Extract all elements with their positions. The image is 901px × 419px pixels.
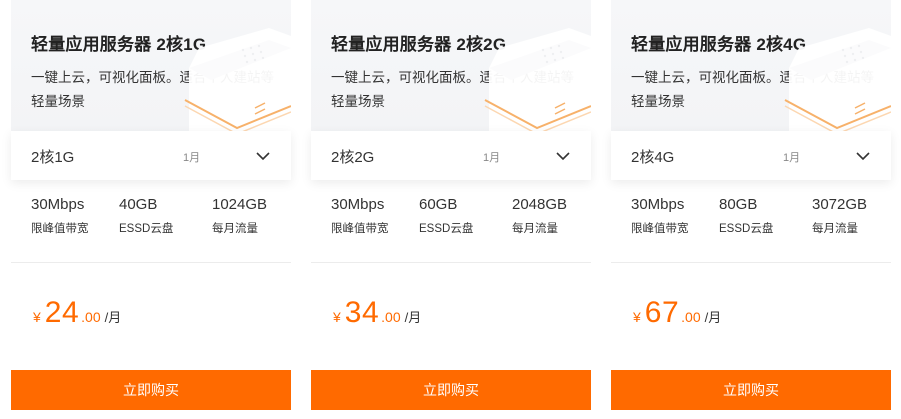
- price-currency: ¥: [33, 309, 41, 325]
- config-select[interactable]: 2核1G 1月: [11, 131, 291, 180]
- config-select-value: 2核2G: [331, 149, 375, 166]
- period-label: 1月: [183, 152, 201, 164]
- spec-bandwidth: 30Mbps 限峰值带宽: [331, 196, 389, 236]
- spec-label: 每月流量: [812, 223, 858, 235]
- card-title: 轻量应用服务器 2核1G: [31, 35, 207, 54]
- spec-disk: 40GB ESSD云盘: [119, 196, 173, 236]
- spec-value: 80GB: [719, 196, 758, 213]
- spec-list: 30Mbps 限峰值带宽 40GB ESSD云盘 1024GB 每月流量: [11, 196, 291, 246]
- spec-list: 30Mbps 限峰值带宽 80GB ESSD云盘 3072GB 每月流量: [611, 196, 891, 246]
- product-card: 轻量应用服务器 2核1G 一键上云，可视化面板。适合个人建站等轻量场景 2核1G…: [11, 0, 291, 419]
- spec-value: 2048GB: [512, 196, 568, 213]
- spec-value: 40GB: [119, 196, 158, 213]
- spec-traffic: 3072GB 每月流量: [812, 196, 867, 236]
- period-label: 1月: [783, 152, 801, 164]
- card-title: 轻量应用服务器 2核2G: [331, 35, 507, 54]
- price-unit: /月: [704, 310, 722, 325]
- chevron-down-icon[interactable]: [255, 148, 271, 164]
- card-description: 一键上云，可视化面板。适合个人建站等轻量场景: [631, 70, 874, 109]
- chevron-down-icon[interactable]: [555, 148, 571, 164]
- card-title: 轻量应用服务器 2核4G: [631, 35, 807, 54]
- spec-label: 每月流量: [212, 223, 258, 235]
- price-unit: /月: [404, 310, 422, 325]
- price-integer: 67: [644, 296, 680, 329]
- spec-value: 30Mbps: [31, 196, 85, 213]
- card-description: 一键上云，可视化面板。适合个人建站等轻量场景: [331, 70, 574, 109]
- config-select[interactable]: 2核2G 1月: [311, 131, 591, 180]
- spec-value: 3072GB: [812, 196, 868, 213]
- card-header: 轻量应用服务器 2核1G 一键上云，可视化面板。适合个人建站等轻量场景: [11, 0, 291, 131]
- price: ¥34.00/月: [333, 296, 421, 330]
- buy-button[interactable]: 立即购买: [11, 370, 291, 410]
- price-decimal: .00: [681, 309, 701, 325]
- card-header: 轻量应用服务器 2核4G 一键上云，可视化面板。适合个人建站等轻量场景: [611, 0, 891, 131]
- spec-bandwidth: 30Mbps 限峰值带宽: [31, 196, 89, 236]
- spec-value: 30Mbps: [631, 196, 685, 213]
- product-card: 轻量应用服务器 2核2G 一键上云，可视化面板。适合个人建站等轻量场景 2核2G…: [311, 0, 591, 419]
- product-card-list: 轻量应用服务器 2核1G 一键上云，可视化面板。适合个人建站等轻量场景 2核1G…: [0, 0, 901, 419]
- spec-value: 1024GB: [212, 196, 268, 213]
- spec-bandwidth: 30Mbps 限峰值带宽: [631, 196, 689, 236]
- buy-button[interactable]: 立即购买: [311, 370, 591, 410]
- price-unit: /月: [104, 310, 122, 325]
- spec-list: 30Mbps 限峰值带宽 60GB ESSD云盘 2048GB 每月流量: [311, 196, 591, 246]
- spec-label: 限峰值带宽: [331, 223, 389, 235]
- spec-label: 每月流量: [512, 223, 558, 235]
- price-decimal: .00: [381, 309, 401, 325]
- price-integer: 34: [344, 296, 380, 329]
- price-integer: 24: [44, 296, 80, 329]
- price: ¥24.00/月: [33, 296, 121, 330]
- config-select-value: 2核1G: [31, 149, 75, 166]
- divider: [611, 262, 891, 263]
- spec-traffic: 2048GB 每月流量: [512, 196, 567, 236]
- price: ¥67.00/月: [633, 296, 721, 330]
- period-label: 1月: [483, 152, 501, 164]
- spec-disk: 60GB ESSD云盘: [419, 196, 473, 236]
- spec-value: 30Mbps: [331, 196, 385, 213]
- spec-disk: 80GB ESSD云盘: [719, 196, 773, 236]
- divider: [311, 262, 591, 263]
- card-header: 轻量应用服务器 2核2G 一键上云，可视化面板。适合个人建站等轻量场景: [311, 0, 591, 131]
- price-currency: ¥: [633, 309, 641, 325]
- spec-label: 限峰值带宽: [31, 223, 89, 235]
- spec-label: ESSD云盘: [119, 223, 174, 235]
- card-description: 一键上云，可视化面板。适合个人建站等轻量场景: [31, 70, 274, 109]
- product-card: 轻量应用服务器 2核4G 一键上云，可视化面板。适合个人建站等轻量场景 2核4G…: [611, 0, 891, 419]
- spec-value: 60GB: [419, 196, 458, 213]
- spec-label: 限峰值带宽: [631, 223, 689, 235]
- chevron-down-icon[interactable]: [855, 148, 871, 164]
- config-select[interactable]: 2核4G 1月: [611, 131, 891, 180]
- spec-label: ESSD云盘: [719, 223, 774, 235]
- config-select-value: 2核4G: [631, 149, 675, 166]
- price-decimal: .00: [81, 309, 101, 325]
- buy-button[interactable]: 立即购买: [611, 370, 891, 410]
- spec-label: ESSD云盘: [419, 223, 474, 235]
- price-currency: ¥: [333, 309, 341, 325]
- spec-traffic: 1024GB 每月流量: [212, 196, 267, 236]
- divider: [11, 262, 291, 263]
